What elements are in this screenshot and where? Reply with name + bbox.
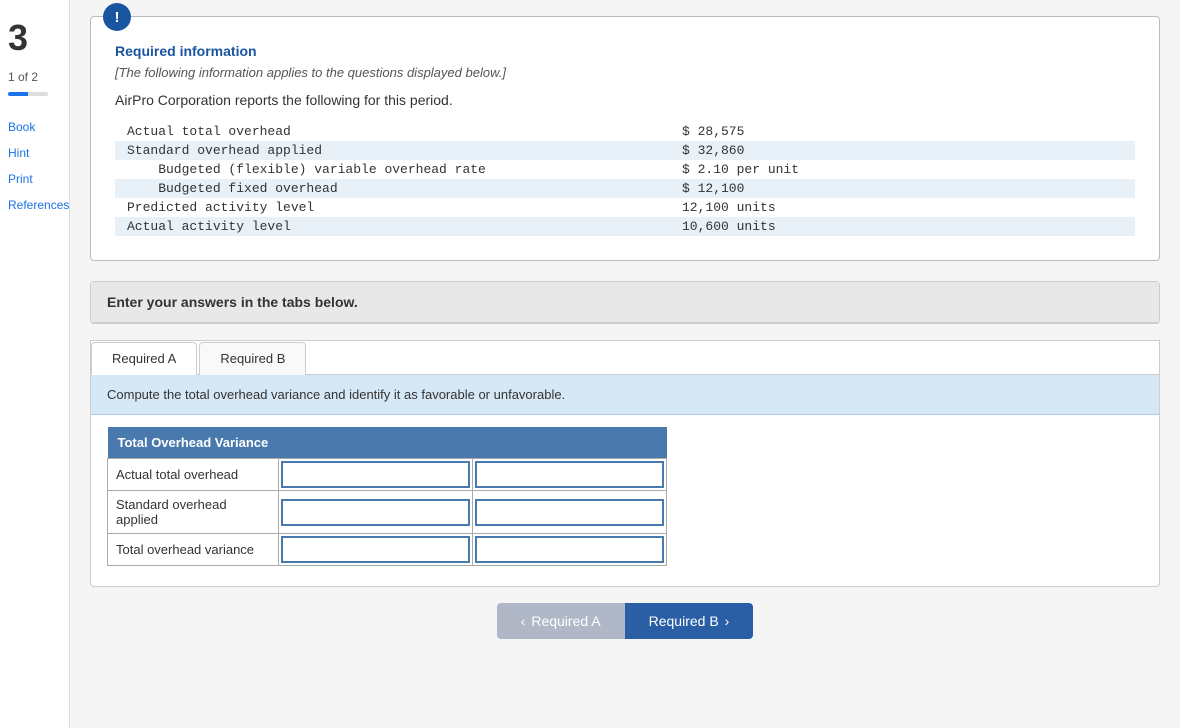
variance-row-1: Actual total overhead — [108, 459, 667, 491]
next-chevron-icon: › — [725, 613, 730, 629]
variance-input-cell-2b — [473, 491, 667, 534]
tab-required-b[interactable]: Required B — [199, 342, 306, 375]
data-value-3: $ 2.10 per unit — [676, 160, 1135, 179]
data-label-6: Actual activity level — [115, 217, 676, 236]
info-box: ! Required information [The following in… — [90, 16, 1160, 261]
variance-input-cell-1a — [279, 459, 473, 491]
variance-table: Total Overhead Variance Actual total ove… — [107, 427, 667, 566]
data-row-3: Budgeted (flexible) variable overhead ra… — [115, 160, 1135, 179]
prev-chevron-icon: ‹ — [521, 613, 526, 629]
tab-required-a[interactable]: Required A — [91, 342, 197, 375]
data-row-6: Actual activity level 10,600 units — [115, 217, 1135, 236]
sidebar-link-print[interactable]: Print — [8, 172, 69, 186]
variance-input-2b[interactable] — [475, 499, 664, 526]
variance-input-cell-1b — [473, 459, 667, 491]
tab-description: Compute the total overhead variance and … — [91, 375, 1159, 415]
page-info: 1 of 2 — [0, 66, 46, 88]
data-value-4: $ 12,100 — [676, 179, 1135, 198]
page-number: 3 — [0, 10, 36, 66]
data-label-1: Actual total overhead — [115, 122, 676, 141]
sidebar-link-references[interactable]: References — [8, 198, 69, 212]
main-content: ! Required information [The following in… — [70, 0, 1180, 728]
info-title: Required information — [115, 43, 1135, 59]
variance-input-3a[interactable] — [281, 536, 470, 563]
variance-label-3: Total overhead variance — [108, 534, 279, 566]
data-row-1: Actual total overhead $ 28,575 — [115, 122, 1135, 141]
data-label-4: Budgeted fixed overhead — [115, 179, 676, 198]
info-data-table: Actual total overhead $ 28,575 Standard … — [115, 122, 1135, 236]
variance-input-cell-2a — [279, 491, 473, 534]
sidebar-link-hint[interactable]: Hint — [8, 146, 69, 160]
data-label-5: Predicted activity level — [115, 198, 676, 217]
data-label-3: Budgeted (flexible) variable overhead ra… — [115, 160, 676, 179]
variance-label-2: Standard overhead applied — [108, 491, 279, 534]
variance-row-2: Standard overhead applied — [108, 491, 667, 534]
info-icon: ! — [103, 3, 131, 31]
data-value-2: $ 32,860 — [676, 141, 1135, 160]
progress-bar — [8, 92, 48, 96]
data-row-2: Standard overhead applied $ 32,860 — [115, 141, 1135, 160]
variance-row-3: Total overhead variance — [108, 534, 667, 566]
data-row-4: Budgeted fixed overhead $ 12,100 — [115, 179, 1135, 198]
sidebar-links: Book Hint Print References — [0, 120, 77, 212]
progress-fill — [8, 92, 28, 96]
variance-label-1: Actual total overhead — [108, 459, 279, 491]
nav-buttons: ‹ Required A Required B › — [90, 603, 1160, 649]
info-subtitle: [The following information applies to th… — [115, 65, 1135, 80]
next-button-label: Required B — [649, 613, 719, 629]
variance-input-1a[interactable] — [281, 461, 470, 488]
prev-button-label: Required A — [531, 613, 600, 629]
variance-input-cell-3b — [473, 534, 667, 566]
variance-input-2a[interactable] — [281, 499, 470, 526]
answer-section: Enter your answers in the tabs below. — [90, 281, 1160, 324]
variance-table-header: Total Overhead Variance — [108, 427, 667, 459]
data-label-2: Standard overhead applied — [115, 141, 676, 160]
data-value-1: $ 28,575 — [676, 122, 1135, 141]
tabs-bar: Required A Required B — [91, 341, 1159, 375]
info-intro: AirPro Corporation reports the following… — [115, 92, 1135, 108]
sidebar-link-book[interactable]: Book — [8, 120, 69, 134]
answer-header: Enter your answers in the tabs below. — [91, 282, 1159, 323]
variance-table-wrapper: Total Overhead Variance Actual total ove… — [91, 415, 1159, 586]
data-row-5: Predicted activity level 12,100 units — [115, 198, 1135, 217]
data-value-5: 12,100 units — [676, 198, 1135, 217]
next-button[interactable]: Required B › — [625, 603, 754, 639]
tabs-container: Required A Required B Compute the total … — [90, 340, 1160, 587]
data-value-6: 10,600 units — [676, 217, 1135, 236]
variance-input-1b[interactable] — [475, 461, 664, 488]
variance-input-3b[interactable] — [475, 536, 664, 563]
sidebar: 3 1 of 2 Book Hint Print References — [0, 0, 70, 728]
tab-content: Compute the total overhead variance and … — [91, 375, 1159, 586]
variance-input-cell-3a — [279, 534, 473, 566]
prev-button[interactable]: ‹ Required A — [497, 603, 625, 639]
